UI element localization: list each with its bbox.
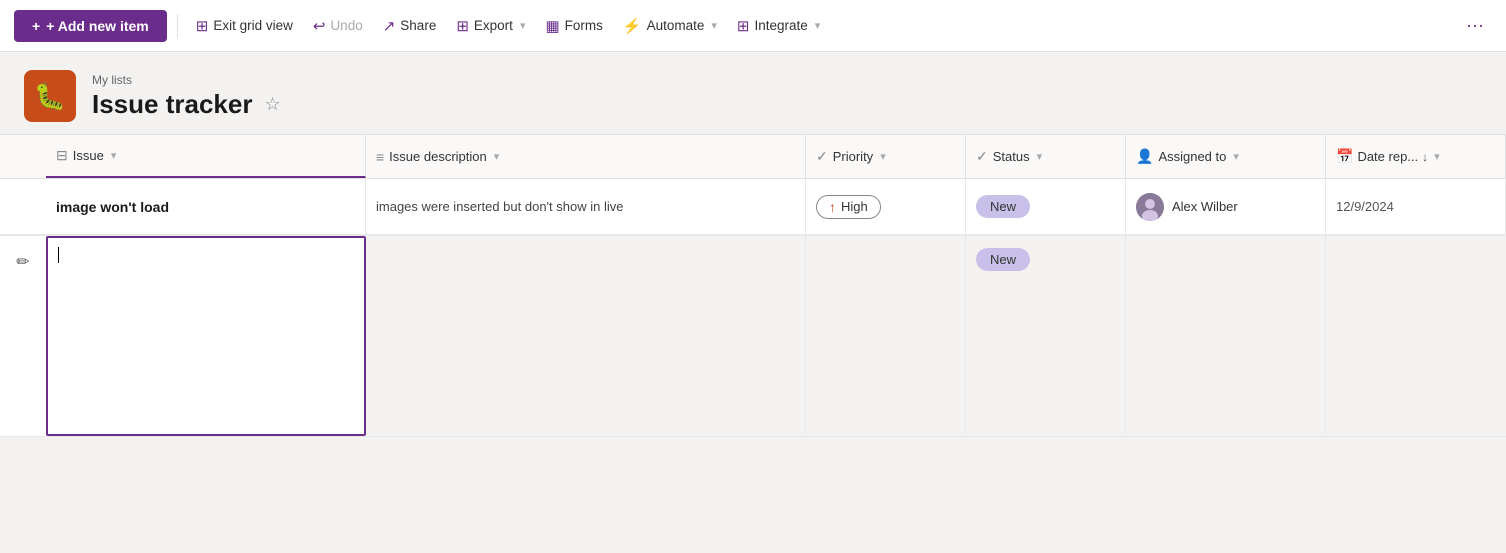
- cell-status-1[interactable]: New: [966, 179, 1126, 234]
- breadcrumb: My lists: [92, 73, 283, 87]
- col-header-status[interactable]: ✓ Status ▾: [966, 135, 1126, 178]
- automate-chevron-icon: ▾: [711, 19, 717, 32]
- avatar-1: [1136, 193, 1164, 221]
- export-chevron-icon: ▾: [520, 19, 526, 32]
- column-headers: ⊟ Issue ▾ ≡ Issue description ▾ ✓ Priori…: [0, 135, 1506, 179]
- export-label: Export: [474, 18, 513, 33]
- automate-button[interactable]: ⚡ Automate ▾: [615, 11, 725, 41]
- favorite-button[interactable]: ☆: [262, 92, 282, 117]
- export-icon: ⊞: [456, 17, 469, 35]
- new-date-cell: [1326, 236, 1506, 436]
- col-assigned-label: Assigned to: [1158, 149, 1226, 164]
- page-title: Issue tracker: [92, 89, 252, 120]
- priority-chevron-icon: ▾: [880, 150, 886, 163]
- status-chevron-icon: ▾: [1037, 150, 1043, 163]
- desc-col-icon: ≡: [376, 149, 384, 165]
- col-header-assigned[interactable]: 👤 Assigned to ▾: [1126, 135, 1326, 178]
- more-icon: ···: [1466, 15, 1484, 35]
- page-header: 🐛 My lists Issue tracker ☆: [0, 52, 1506, 134]
- integrate-chevron-icon: ▾: [815, 19, 821, 32]
- assigned-cell-1: Alex Wilber: [1136, 193, 1238, 221]
- col-date-label: Date rep...: [1357, 149, 1418, 164]
- date-chevron-icon: ▾: [1434, 150, 1440, 163]
- table-row: image won't load images were inserted bu…: [0, 179, 1506, 236]
- add-label: + Add new item: [46, 18, 149, 34]
- export-button[interactable]: ⊞ Export ▾: [448, 11, 533, 41]
- grid-container: ⊟ Issue ▾ ≡ Issue description ▾ ✓ Priori…: [0, 134, 1506, 437]
- text-cursor: [58, 247, 59, 263]
- new-desc-cell: [366, 236, 806, 436]
- avatar-svg-1: [1136, 193, 1164, 221]
- forms-button[interactable]: ▦ Forms: [537, 11, 610, 41]
- integrate-icon: ⊞: [737, 17, 750, 35]
- plus-icon: +: [32, 18, 40, 34]
- add-new-item-button[interactable]: + + Add new item: [14, 10, 167, 42]
- undo-icon: ↩: [313, 17, 326, 35]
- col-priority-label: Priority: [833, 149, 873, 164]
- issue-col-icon: ⊟: [56, 147, 68, 164]
- priority-up-icon: ↑: [829, 199, 836, 215]
- undo-label: Undo: [330, 18, 362, 33]
- share-button[interactable]: ↗ Share: [375, 11, 445, 41]
- share-icon: ↗: [383, 17, 396, 35]
- col-header-issue[interactable]: ⊟ Issue ▾: [46, 135, 366, 178]
- page-title-row: Issue tracker ☆: [92, 89, 283, 120]
- forms-icon: ▦: [545, 17, 559, 35]
- automate-label: Automate: [647, 18, 705, 33]
- header-text: My lists Issue tracker ☆: [92, 73, 283, 120]
- app-icon: 🐛: [24, 70, 76, 122]
- cell-priority-1[interactable]: ↑ High: [806, 179, 966, 234]
- priority-value-1: High: [841, 199, 868, 214]
- new-status-cell: New: [966, 236, 1126, 436]
- toolbar-separator: [177, 14, 178, 38]
- desc-chevron-icon: ▾: [494, 150, 500, 163]
- issue-value-1: image won't load: [56, 199, 169, 215]
- assigned-name-1: Alex Wilber: [1172, 199, 1238, 214]
- status-badge-1: New: [976, 195, 1030, 218]
- new-priority-cell: [806, 236, 966, 436]
- new-row-wrapper: ✏ New: [0, 236, 1506, 437]
- exit-grid-view-button[interactable]: ⊞ Exit grid view: [188, 11, 301, 41]
- integrate-button[interactable]: ⊞ Integrate ▾: [729, 11, 828, 41]
- row-actions: ✏: [0, 236, 46, 436]
- share-label: Share: [400, 18, 436, 33]
- col-header-description[interactable]: ≡ Issue description ▾: [366, 135, 806, 178]
- edit-icon: ✏: [16, 254, 29, 271]
- desc-value-1: images were inserted but don't show in l…: [376, 199, 623, 214]
- col-issue-label: Issue: [73, 148, 104, 163]
- cell-desc-1[interactable]: images were inserted but don't show in l…: [366, 179, 806, 234]
- assigned-col-icon: 👤: [1136, 148, 1153, 165]
- col-status-label: Status: [993, 149, 1030, 164]
- col-header-priority[interactable]: ✓ Priority ▾: [806, 135, 966, 178]
- issue-chevron-icon: ▾: [111, 149, 117, 162]
- exit-grid-label: Exit grid view: [213, 18, 293, 33]
- cell-date-1[interactable]: 12/9/2024: [1326, 179, 1506, 234]
- toolbar: + + Add new item ⊞ Exit grid view ↩ Undo…: [0, 0, 1506, 52]
- col-desc-label: Issue description: [389, 149, 487, 164]
- priority-badge-1: ↑ High: [816, 195, 881, 219]
- more-options-button[interactable]: ···: [1458, 11, 1492, 40]
- new-status-badge: New: [976, 248, 1030, 271]
- cell-issue-1[interactable]: image won't load: [46, 179, 366, 234]
- grid-icon: ⊞: [196, 17, 209, 35]
- undo-button[interactable]: ↩ Undo: [305, 11, 371, 41]
- integrate-label: Integrate: [755, 18, 808, 33]
- row-1: image won't load images were inserted bu…: [0, 179, 1506, 235]
- col-header-date[interactable]: 📅 Date rep... ↓ ▾: [1326, 135, 1506, 178]
- assigned-chevron-icon: ▾: [1233, 150, 1239, 163]
- new-row: ✏ New: [0, 236, 1506, 436]
- sort-icon: ↓: [1422, 150, 1428, 164]
- forms-label: Forms: [565, 18, 603, 33]
- priority-col-icon: ✓: [816, 148, 828, 165]
- new-issue-input[interactable]: [46, 236, 366, 436]
- date-value-1: 12/9/2024: [1336, 199, 1394, 214]
- status-col-icon: ✓: [976, 148, 988, 165]
- new-assigned-cell: [1126, 236, 1326, 436]
- edit-row-button[interactable]: ✏: [12, 248, 33, 276]
- bug-icon: 🐛: [34, 81, 66, 112]
- date-col-icon: 📅: [1336, 148, 1353, 165]
- cell-assigned-1[interactable]: Alex Wilber: [1126, 179, 1326, 234]
- star-icon: ☆: [264, 94, 280, 114]
- automate-icon: ⚡: [623, 17, 642, 35]
